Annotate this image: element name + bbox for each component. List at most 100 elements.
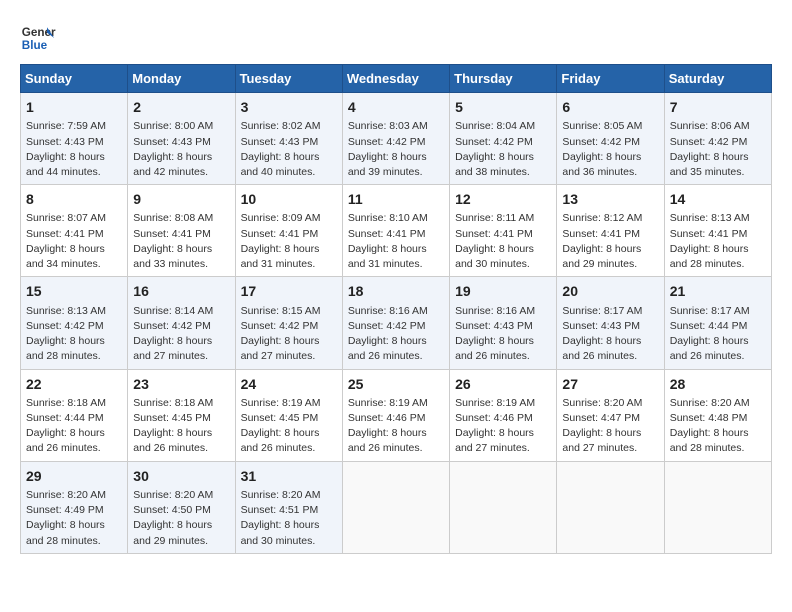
sunrise-label: Sunrise: 8:14 AM bbox=[133, 305, 213, 317]
calendar-cell: 20Sunrise: 8:17 AMSunset: 4:43 PMDayligh… bbox=[557, 277, 664, 369]
calendar-table: SundayMondayTuesdayWednesdayThursdayFrid… bbox=[20, 64, 772, 554]
sunset-label: Sunset: 4:46 PM bbox=[455, 412, 533, 424]
calendar-cell: 14Sunrise: 8:13 AMSunset: 4:41 PMDayligh… bbox=[664, 185, 771, 277]
sunrise-label: Sunrise: 8:06 AM bbox=[670, 120, 750, 132]
day-number: 9 bbox=[133, 189, 229, 209]
calendar-week-3: 15 Sunrise: 8:13 AM Sunset: 4:42 PM Dayligh… bbox=[21, 277, 772, 369]
sunrise-label: Sunrise: 8:18 AM bbox=[26, 397, 106, 409]
calendar-cell: 4Sunrise: 8:03 AMSunset: 4:42 PMDaylight… bbox=[342, 93, 449, 185]
header-day-wednesday: Wednesday bbox=[342, 65, 449, 93]
daylight-label: Daylight: 8 hours and 36 minutes. bbox=[562, 151, 641, 178]
sunset-label: Sunset: 4:41 PM bbox=[670, 228, 748, 240]
daylight-label: Daylight: 8 hours and 29 minutes. bbox=[562, 243, 641, 270]
daylight-label: Daylight: 8 hours and 33 minutes. bbox=[133, 243, 212, 270]
sunset-label: Sunset: 4:47 PM bbox=[562, 412, 640, 424]
calendar-cell: 28Sunrise: 8:20 AMSunset: 4:48 PMDayligh… bbox=[664, 369, 771, 461]
day-number: 13 bbox=[562, 189, 658, 209]
daylight-label: Daylight: 8 hours and 26 minutes. bbox=[348, 335, 427, 362]
sunset-label: Sunset: 4:42 PM bbox=[26, 320, 104, 332]
daylight-label: Daylight: 8 hours and 31 minutes. bbox=[348, 243, 427, 270]
svg-text:General: General bbox=[22, 26, 56, 39]
sunset-label: Sunset: 4:42 PM bbox=[133, 320, 211, 332]
sunset-label: Sunset: 4:42 PM bbox=[455, 136, 533, 148]
calendar-cell: 9Sunrise: 8:08 AMSunset: 4:41 PMDaylight… bbox=[128, 185, 235, 277]
calendar-cell: 27Sunrise: 8:20 AMSunset: 4:47 PMDayligh… bbox=[557, 369, 664, 461]
daylight-label: Daylight: 8 hours and 29 minutes. bbox=[133, 519, 212, 546]
sunset-label: Sunset: 4:43 PM bbox=[455, 320, 533, 332]
sunrise-label: Sunrise: 8:08 AM bbox=[133, 212, 213, 224]
daylight-label: Daylight: 8 hours and 30 minutes. bbox=[455, 243, 534, 270]
calendar-cell: 24Sunrise: 8:19 AMSunset: 4:45 PMDayligh… bbox=[235, 369, 342, 461]
daylight-label: Daylight: 8 hours and 26 minutes. bbox=[26, 427, 105, 454]
day-number: 4 bbox=[348, 97, 444, 117]
day-number: 16 bbox=[133, 281, 229, 301]
sunset-label: Sunset: 4:41 PM bbox=[455, 228, 533, 240]
daylight-label: Daylight: 8 hours and 28 minutes. bbox=[670, 427, 749, 454]
sunrise-label: Sunrise: 8:13 AM bbox=[670, 212, 750, 224]
sunrise-label: Sunrise: 8:03 AM bbox=[348, 120, 428, 132]
sunrise-label: Sunrise: 8:02 AM bbox=[241, 120, 321, 132]
header-day-thursday: Thursday bbox=[450, 65, 557, 93]
sunrise-label: Sunrise: 8:16 AM bbox=[455, 305, 535, 317]
calendar-cell: 11Sunrise: 8:10 AMSunset: 4:41 PMDayligh… bbox=[342, 185, 449, 277]
calendar-cell: 1Sunrise: 7:59 AMSunset: 4:43 PMDaylight… bbox=[21, 93, 128, 185]
sunrise-label: Sunrise: 8:20 AM bbox=[26, 489, 106, 501]
day-number: 20 bbox=[562, 281, 658, 301]
day-number: 17 bbox=[241, 281, 337, 301]
daylight-label: Daylight: 8 hours and 34 minutes. bbox=[26, 243, 105, 270]
day-number: 10 bbox=[241, 189, 337, 209]
daylight-label: Daylight: 8 hours and 28 minutes. bbox=[670, 243, 749, 270]
calendar-cell: 25Sunrise: 8:19 AMSunset: 4:46 PMDayligh… bbox=[342, 369, 449, 461]
daylight-label: Daylight: 8 hours and 26 minutes. bbox=[241, 427, 320, 454]
calendar-cell bbox=[664, 461, 771, 553]
day-number: 12 bbox=[455, 189, 551, 209]
sunrise-label: Sunrise: 8:20 AM bbox=[241, 489, 321, 501]
daylight-label: Daylight: 8 hours and 26 minutes. bbox=[670, 335, 749, 362]
calendar-cell: 10Sunrise: 8:09 AMSunset: 4:41 PMDayligh… bbox=[235, 185, 342, 277]
sunset-label: Sunset: 4:42 PM bbox=[670, 136, 748, 148]
daylight-label: Daylight: 8 hours and 44 minutes. bbox=[26, 151, 105, 178]
sunrise-label: Sunrise: 8:05 AM bbox=[562, 120, 642, 132]
sunset-label: Sunset: 4:48 PM bbox=[670, 412, 748, 424]
calendar-cell: 19Sunrise: 8:16 AMSunset: 4:43 PMDayligh… bbox=[450, 277, 557, 369]
calendar-cell: 5Sunrise: 8:04 AMSunset: 4:42 PMDaylight… bbox=[450, 93, 557, 185]
day-number: 6 bbox=[562, 97, 658, 117]
calendar-cell: 16Sunrise: 8:14 AMSunset: 4:42 PMDayligh… bbox=[128, 277, 235, 369]
day-number: 1 bbox=[26, 97, 122, 117]
sunrise-label: Sunrise: 8:10 AM bbox=[348, 212, 428, 224]
day-number: 24 bbox=[241, 374, 337, 394]
sunset-label: Sunset: 4:49 PM bbox=[26, 504, 104, 516]
calendar-week-2: 8Sunrise: 8:07 AMSunset: 4:41 PMDaylight… bbox=[21, 185, 772, 277]
calendar-cell bbox=[450, 461, 557, 553]
sunrise-label: Sunrise: 8:11 AM bbox=[455, 212, 534, 224]
calendar-week-5: 29 Sunrise: 8:20 AM Sunset: 4:49 PM Dayligh… bbox=[21, 461, 772, 553]
day-number: 18 bbox=[348, 281, 444, 301]
day-number: 29 bbox=[26, 466, 122, 486]
day-number: 15 bbox=[26, 281, 122, 301]
sunset-label: Sunset: 4:43 PM bbox=[241, 136, 319, 148]
sunset-label: Sunset: 4:46 PM bbox=[348, 412, 426, 424]
sunrise-label: Sunrise: 8:13 AM bbox=[26, 305, 106, 317]
sunrise-label: Sunrise: 7:59 AM bbox=[26, 120, 106, 132]
sunrise-label: Sunrise: 8:20 AM bbox=[133, 489, 213, 501]
calendar-cell: 3Sunrise: 8:02 AMSunset: 4:43 PMDaylight… bbox=[235, 93, 342, 185]
svg-text:Blue: Blue bbox=[22, 39, 48, 52]
daylight-label: Daylight: 8 hours and 28 minutes. bbox=[26, 335, 105, 362]
day-number: 28 bbox=[670, 374, 766, 394]
sunrise-label: Sunrise: 8:17 AM bbox=[562, 305, 642, 317]
daylight-label: Daylight: 8 hours and 26 minutes. bbox=[348, 427, 427, 454]
calendar-cell bbox=[557, 461, 664, 553]
calendar-week-4: 22Sunrise: 8:18 AMSunset: 4:44 PMDayligh… bbox=[21, 369, 772, 461]
sunrise-label: Sunrise: 8:19 AM bbox=[455, 397, 535, 409]
calendar-week-1: 1 Sunrise: 7:59 AM Sunset: 4:43 PM Daylight… bbox=[21, 93, 772, 185]
calendar-cell: 8Sunrise: 8:07 AMSunset: 4:41 PMDaylight… bbox=[21, 185, 128, 277]
day-number: 5 bbox=[455, 97, 551, 117]
sunset-label: Sunset: 4:41 PM bbox=[241, 228, 319, 240]
sunrise-label: Sunrise: 8:09 AM bbox=[241, 212, 321, 224]
sunset-label: Sunset: 4:42 PM bbox=[241, 320, 319, 332]
sunset-label: Sunset: 4:50 PM bbox=[133, 504, 211, 516]
day-number: 27 bbox=[562, 374, 658, 394]
sunset-label: Sunset: 4:41 PM bbox=[26, 228, 104, 240]
day-number: 19 bbox=[455, 281, 551, 301]
day-number: 23 bbox=[133, 374, 229, 394]
